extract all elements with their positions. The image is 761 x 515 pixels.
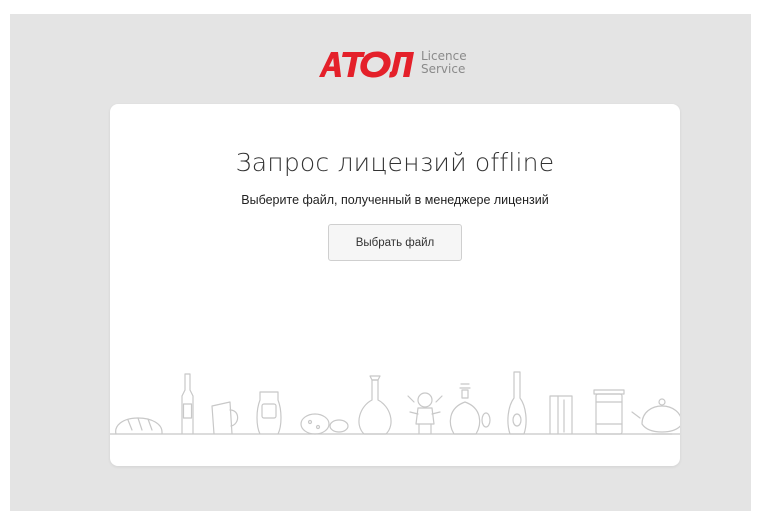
perfume-icon [449,383,491,435]
teapot-icon [631,398,680,435]
license-request-card: Запрос лицензий offline Выберите файл, п… [110,104,680,466]
products-illustration [110,371,680,435]
jug-icon [211,401,239,435]
box-icon [549,395,573,435]
jar-icon [256,391,282,435]
bread-icon [115,417,163,435]
sausage-icon [300,413,349,435]
wine-bottle-icon [507,371,527,435]
service-label: Service [421,62,466,76]
bottle-icon [181,373,194,435]
page-title: Запрос лицензий offline [235,148,555,177]
flask-icon [358,375,392,435]
page-background: Licence Service Запрос лицензий offline … [10,14,751,511]
brand-logo: Licence Service [317,50,467,78]
licence-service-label: Licence Service [421,50,467,76]
instruction-text: Выберите файл, полученный в менеджере ли… [241,193,549,207]
atol-logo-icon [319,51,414,78]
can-icon [593,389,625,435]
choose-file-button[interactable]: Выбрать файл [328,224,462,261]
toy-icon [407,392,443,435]
